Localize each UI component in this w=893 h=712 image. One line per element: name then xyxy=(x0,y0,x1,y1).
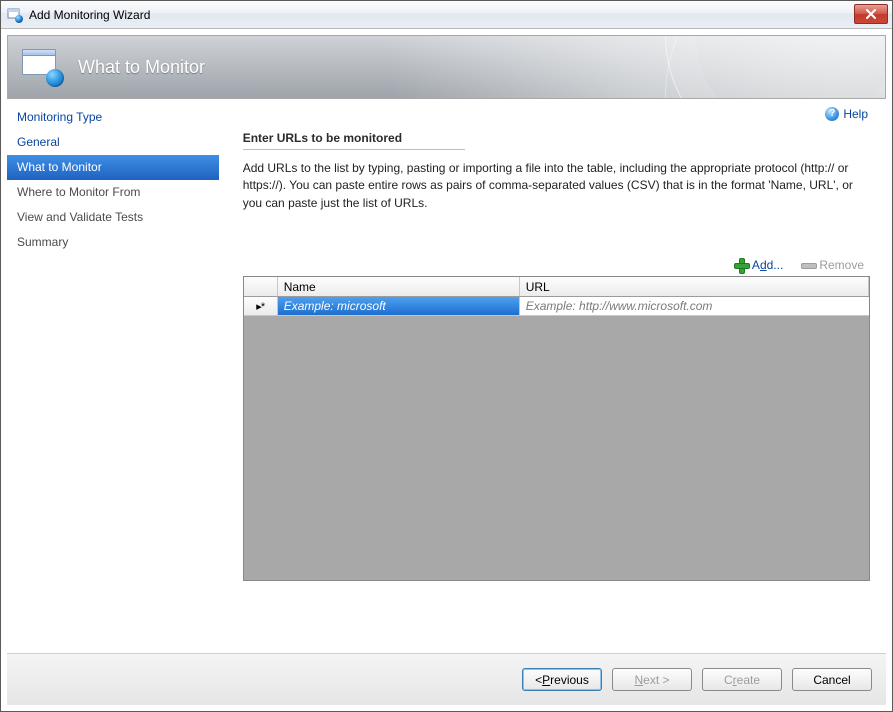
step-general[interactable]: General xyxy=(7,130,219,155)
step-what-to-monitor[interactable]: What to Monitor xyxy=(7,155,219,180)
section-title-underline xyxy=(243,149,465,150)
add-button[interactable]: Add... xyxy=(734,258,783,272)
instructions-text: Add URLs to the list by typing, pasting … xyxy=(243,160,870,212)
main-panel: ? Help Enter URLs to be monitored Add UR… xyxy=(219,99,886,647)
grid-toolbar: Add... Remove xyxy=(243,258,870,272)
step-monitoring-type[interactable]: Monitoring Type xyxy=(7,105,219,130)
cell-url[interactable]: Example: http://www.microsoft.com xyxy=(520,297,869,315)
grid-header: Name URL xyxy=(244,277,869,297)
cancel-button[interactable]: Cancel xyxy=(792,668,872,691)
step-where-to-monitor-from[interactable]: Where to Monitor From xyxy=(7,180,219,205)
column-header-url[interactable]: URL xyxy=(520,277,869,296)
wizard-steps-sidebar: Monitoring Type General What to Monitor … xyxy=(7,99,219,647)
step-summary[interactable]: Summary xyxy=(7,230,219,255)
create-button: Create xyxy=(702,668,782,691)
wizard-window: Add Monitoring Wizard What to Monitor Mo… xyxy=(0,0,893,712)
banner-title: What to Monitor xyxy=(78,57,205,78)
help-label: Help xyxy=(843,107,868,121)
close-icon xyxy=(865,9,877,19)
section-title: Enter URLs to be monitored xyxy=(243,131,870,145)
plus-icon xyxy=(734,258,748,272)
new-row-indicator-icon: ▸* xyxy=(244,297,278,315)
column-header-name[interactable]: Name xyxy=(278,277,520,296)
app-icon xyxy=(7,7,23,23)
previous-button[interactable]: < Previous xyxy=(522,668,602,691)
banner: What to Monitor xyxy=(7,35,886,99)
banner-decoration xyxy=(665,35,886,99)
titlebar: Add Monitoring Wizard xyxy=(1,1,892,29)
grid-new-row[interactable]: ▸* Example: microsoft Example: http://ww… xyxy=(244,297,869,316)
step-view-and-validate-tests[interactable]: View and Validate Tests xyxy=(7,205,219,230)
content-area: Monitoring Type General What to Monitor … xyxy=(7,99,886,647)
next-button: Next > xyxy=(612,668,692,691)
banner-icon xyxy=(22,49,62,85)
remove-button: Remove xyxy=(801,258,864,272)
wizard-footer: < Previous Next > Create Cancel xyxy=(7,653,886,705)
grid-corner xyxy=(244,277,278,296)
minus-icon xyxy=(801,258,815,272)
window-title: Add Monitoring Wizard xyxy=(29,8,150,22)
help-link[interactable]: ? Help xyxy=(825,107,868,121)
help-icon: ? xyxy=(825,107,839,121)
remove-label: Remove xyxy=(819,258,864,272)
cell-name[interactable]: Example: microsoft xyxy=(278,297,520,315)
add-label: Add... xyxy=(752,258,783,272)
url-grid[interactable]: Name URL ▸* Example: microsoft Example: … xyxy=(243,276,870,581)
close-button[interactable] xyxy=(854,4,888,24)
